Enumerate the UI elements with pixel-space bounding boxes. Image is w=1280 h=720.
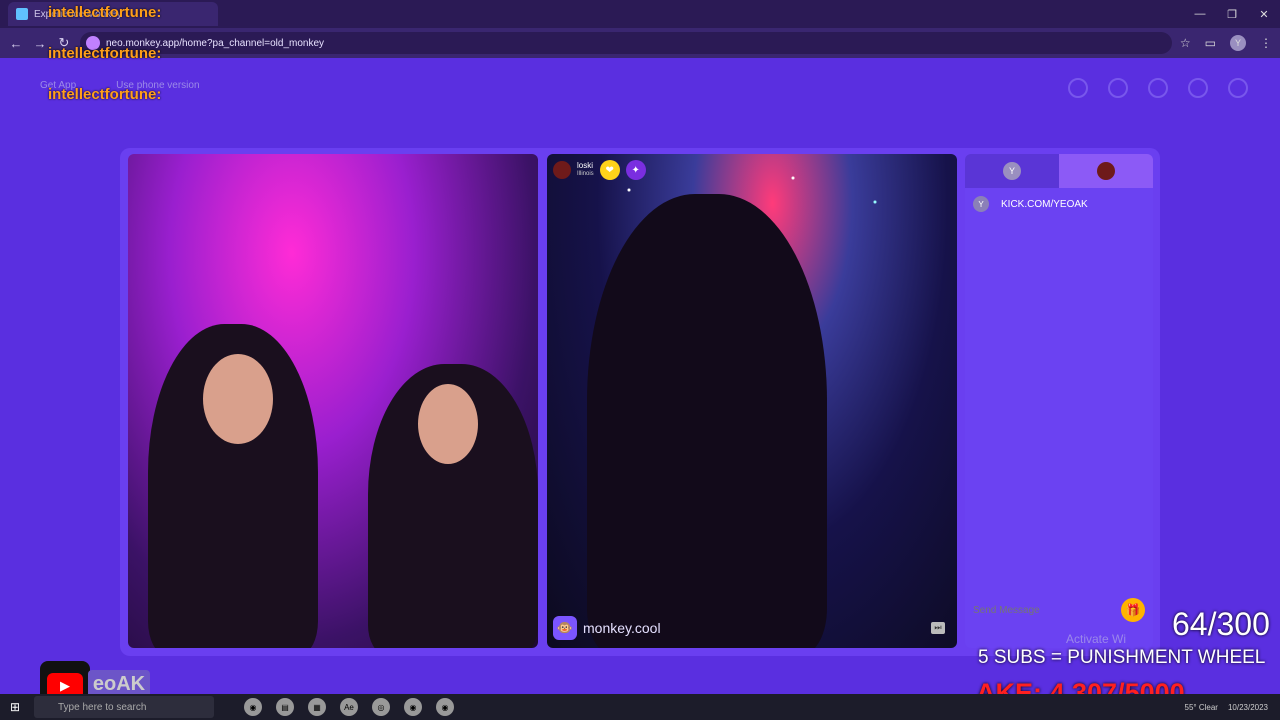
peer-username: loski [577,161,594,170]
chrome-icon[interactable]: ◉ [436,698,454,716]
person-silhouette [587,194,827,648]
chat-tab-peer[interactable] [1059,154,1153,188]
start-button[interactable]: ⊞ [0,700,30,714]
send-message-input[interactable] [973,604,1121,616]
chat-panel: Y Y KICK.COM/YEOAK 🎁 [965,154,1153,648]
subs-goal-text: 5 SUBS = PUNISHMENT WHEEL [978,647,1266,668]
date-text[interactable]: 10/23/2023 [1228,703,1268,712]
forward-icon[interactable]: → [32,36,48,51]
chat-tab-self[interactable]: Y [965,154,1059,188]
header-right-icons [1068,78,1248,98]
app-header: Get App Use phone version [0,58,1280,118]
tab-favicon-icon [16,8,28,20]
remote-video: loski Illinois ❤ ✦ 🐵 monkey.cool ⏭ [547,154,957,648]
like-button[interactable]: ❤ [599,160,620,180]
taskbar-apps: ◉ ▤ ▦ Ae ◎ ◉ ◉ [244,698,454,716]
peer-avatar[interactable] [553,161,571,179]
add-friend-button[interactable]: ✦ [625,160,646,180]
streamer-tag-overlay: intellectfortune: [48,86,162,103]
address-bar-actions: ☆ ▭ Y ⋮ [1180,35,1272,51]
profile-icon[interactable] [1228,78,1248,98]
skip-icon[interactable]: ⏭ [931,622,945,634]
search-icon[interactable] [1068,78,1088,98]
video-chat-stage: loski Illinois ❤ ✦ 🐵 monkey.cool ⏭ Y Y K… [120,148,1160,656]
browser-titlebar: Experience Monkey — ❐ ✕ [0,0,1280,28]
side-panel-icon[interactable]: ▭ [1205,36,1216,50]
peer-info: loski Illinois ❤ ✦ [553,160,646,180]
friends-icon[interactable] [1108,78,1128,98]
self-avatar: Y [1003,162,1021,180]
browser-profile-avatar[interactable]: Y [1230,35,1246,51]
monkey-watermark: 🐵 monkey.cool [553,616,661,640]
address-bar-row: ← → ↻ neo.monkey.app/home?pa_channel=old… [0,28,1280,58]
person-face [203,354,273,444]
monkey-logo-icon: 🐵 [553,616,577,640]
send-message-row: 🎁 [973,598,1145,622]
person-face [418,384,478,464]
history-icon[interactable] [1148,78,1168,98]
browser-menu-icon[interactable]: ⋮ [1260,36,1272,50]
watermark-text: monkey.cool [583,620,661,636]
sub-counter: 64/300 [1172,606,1270,642]
taskbar-search-text: Type here to search [58,701,147,713]
gift-icon[interactable]: 🎁 [1121,598,1145,622]
streamer-tag-overlay: intellectfortune: [48,4,162,21]
message-text: KICK.COM/YEOAK [1001,198,1088,210]
activate-windows-watermark: Activate Wi [1066,632,1127,646]
chat-tabs: Y [965,154,1153,188]
chrome-icon[interactable]: ◉ [244,698,262,716]
streamer-tag-overlay: intellectfortune: [48,45,162,62]
message-avatar: Y [973,196,989,212]
close-button[interactable]: ✕ [1248,8,1280,21]
window-controls: — ❐ ✕ [1184,8,1280,21]
chrome-icon[interactable]: ◉ [404,698,422,716]
url-field[interactable]: neo.monkey.app/home?pa_channel=old_monke… [80,32,1172,54]
windows-taskbar: ⊞ Type here to search ◉ ▤ ▦ Ae ◎ ◉ ◉ 55°… [0,694,1280,720]
obs-icon[interactable]: ◎ [372,698,390,716]
system-tray: 55° Clear 10/23/2023 [1185,703,1268,712]
peer-name: loski Illinois [577,161,594,179]
file-explorer-icon[interactable]: ▤ [276,698,294,716]
bookmark-star-icon[interactable]: ☆ [1180,36,1191,50]
peer-chat-avatar [1097,162,1115,180]
store-icon[interactable]: ▦ [308,698,326,716]
messages-icon[interactable] [1188,78,1208,98]
restore-button[interactable]: ❐ [1216,8,1248,21]
after-effects-icon[interactable]: Ae [340,698,358,716]
chat-message: Y KICK.COM/YEOAK [965,188,1153,220]
local-video [128,154,538,648]
taskbar-search[interactable]: Type here to search [34,696,214,718]
weather-text[interactable]: 55° Clear [1185,703,1218,712]
peer-location: Illinois [577,171,594,177]
back-icon[interactable]: ← [8,36,24,51]
minimize-button[interactable]: — [1184,8,1216,21]
